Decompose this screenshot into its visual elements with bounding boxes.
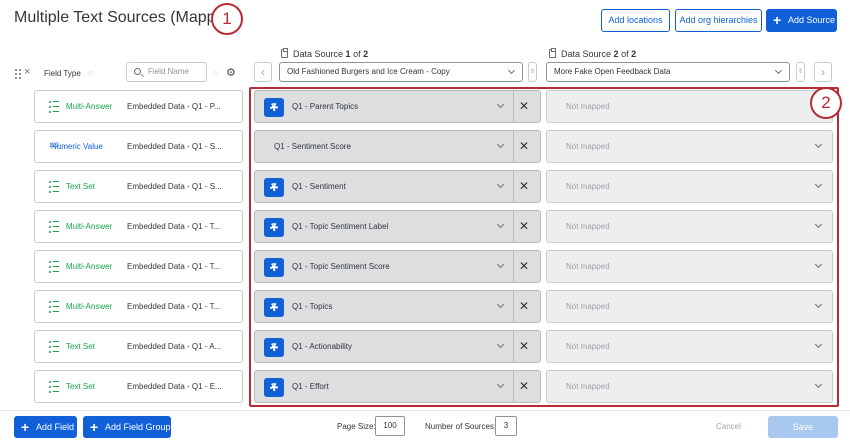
previous-source-button[interactable]: ‹ [254,62,272,82]
field-type-label: Multi-Answer [66,222,113,231]
field-type-label: Multi-Answer [66,102,113,111]
field-type-label: Multi-Answer [66,262,113,271]
plus-icon: + [21,419,30,435]
field-row[interactable]: Multi-Answer Embedded Data - Q1 - T... [34,210,243,243]
field-name-label: Embedded Data - Q1 - T... [127,302,221,311]
field-type-label: Text Set [66,382,95,391]
callout-badge-1: 1 [211,3,243,35]
field-row[interactable]: Text Set Embedded Data - Q1 - A... [34,330,243,363]
page-size-input[interactable]: 100 [375,416,405,436]
add-locations-button[interactable]: Add locations [601,9,670,32]
list-icon [49,380,59,394]
data-source-2-select[interactable]: More Fake Open Feedback Data [546,62,790,82]
clipboard-icon [281,48,288,58]
chevron-down-icon [774,66,783,75]
search-icon [134,68,141,75]
list-icon [49,300,59,314]
list-icon [49,180,59,194]
next-source-button[interactable]: › [814,62,832,82]
chevron-down-icon [507,66,516,75]
field-row[interactable]: Multi-Answer Embedded Data - Q1 - T... [34,290,243,323]
add-field-button[interactable]: + Add Field [14,416,77,438]
field-name-search-input[interactable]: Field Name [126,62,207,82]
clipboard-icon [549,48,556,58]
field-row[interactable]: Text Set Embedded Data - Q1 - S... [34,170,243,203]
callout-badge-2: 2 [810,87,842,119]
field-name-label: Embedded Data - Q1 - A... [127,342,222,351]
drag-handle-icon[interactable] [15,69,21,79]
highlight-frame [249,87,839,407]
data-source-1-heading: Data Source 1 of 2 [281,48,368,59]
field-type-label: Text Set [66,182,95,191]
add-field-group-button[interactable]: + Add Field Group [83,416,171,438]
field-type-header: Field Type [44,69,81,78]
add-source-button[interactable]: + Add Source [766,9,837,32]
reorder-source-1-button[interactable]: ⇕ [528,62,537,82]
list-icon [49,260,59,274]
sort-icon[interactable]: ◇ [213,69,218,77]
field-row[interactable]: Text Set Embedded Data - Q1 - E... [34,370,243,403]
list-icon [49,100,59,114]
field-name-label: Embedded Data - Q1 - T... [127,262,221,271]
field-name-label: Embedded Data - Q1 - S... [127,142,222,151]
plus-icon: + [90,419,99,435]
gear-icon[interactable]: ⚙ [226,66,236,79]
number-of-sources-label: Number of Sources: [425,422,497,431]
cancel-button[interactable]: Cancel [716,422,741,431]
data-source-2-heading: Data Source 2 of 2 [549,48,636,59]
data-source-1-select[interactable]: Old Fashioned Burgers and Ice Cream - Co… [279,62,523,82]
field-name-label: Embedded Data - Q1 - S... [127,182,222,191]
field-type-label: Multi-Answer [66,302,113,311]
page-size-label: Page Size: [337,422,376,431]
field-type-label: Numeric Value [51,142,103,151]
field-name-label: Embedded Data - Q1 - P... [127,102,221,111]
field-row[interactable]: 123 Numeric Value Embedded Data - Q1 - S..… [34,130,243,163]
plus-icon: + [773,12,782,28]
list-icon [49,340,59,354]
field-name-label: Embedded Data - Q1 - T... [127,222,221,231]
field-row[interactable]: Multi-Answer Embedded Data - Q1 - T... [34,250,243,283]
save-button[interactable]: Save [768,416,838,438]
sort-icon[interactable]: ◇ [88,69,93,77]
field-name-label: Embedded Data - Q1 - E... [127,382,222,391]
footer-divider [0,410,850,411]
add-source-label: Add Source [788,15,836,25]
number-of-sources-input[interactable]: 3 [495,416,517,436]
page-title: Multiple Text Sources (Mapper) [14,9,236,26]
field-row[interactable]: Multi-Answer Embedded Data - Q1 - P... [34,90,243,123]
add-org-hierarchies-button[interactable]: Add org hierarchies [675,9,762,32]
field-type-label: Text Set [66,342,95,351]
reorder-source-2-button[interactable]: ⇕ [796,62,805,82]
clear-all-icon[interactable]: × [24,66,30,78]
list-icon [49,220,59,234]
